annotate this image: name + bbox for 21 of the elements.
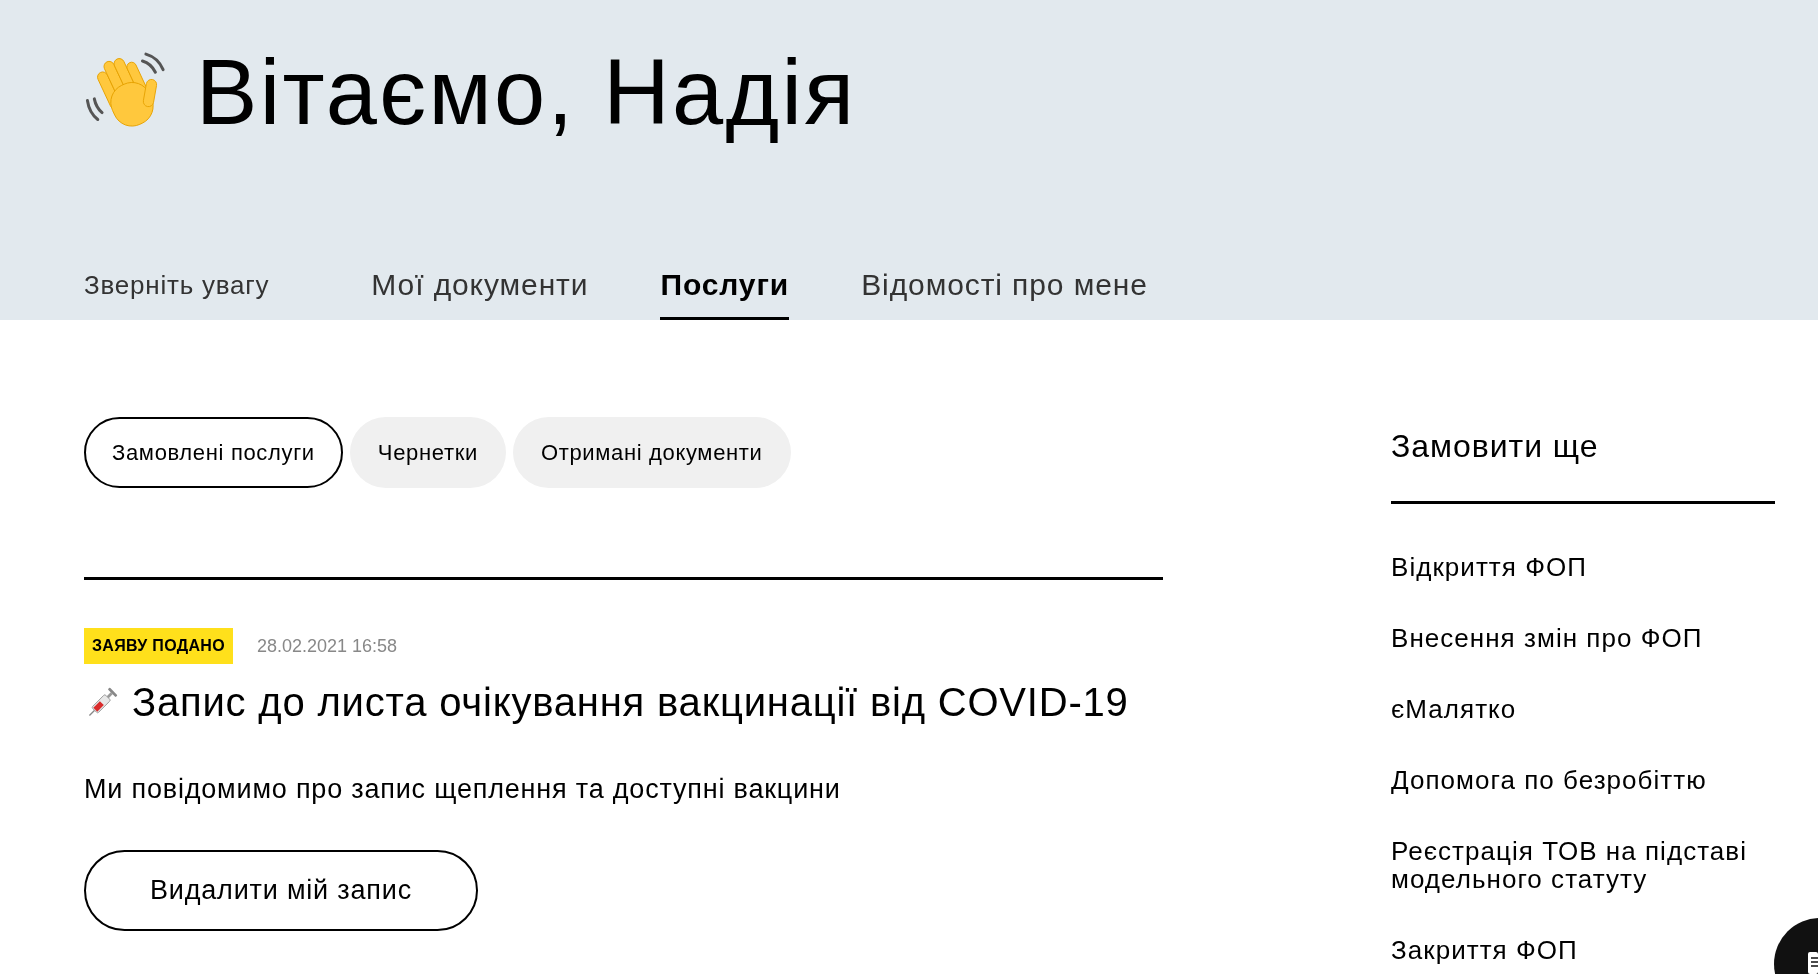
delete-button[interactable]: Видалити мій запис	[84, 850, 478, 931]
filter-chip[interactable]: Замовлені послуги	[84, 417, 343, 488]
sidebar-title: Замовити ще	[1391, 428, 1600, 464]
service-link[interactable]: Реєстрація ТОВ на підставі модельного статуту	[1391, 837, 1775, 893]
greeting-heading: Вітаємо, Надія	[196, 40, 857, 144]
service-link[interactable]: Внесення змін про ФОП	[1391, 624, 1775, 652]
nav-tab[interactable]: Послуги	[660, 266, 790, 320]
order-title: Запис до листа очікування вакцинації від COVID-19	[132, 680, 1129, 724]
service-link[interactable]: Допомога по безробіттю	[1391, 766, 1775, 794]
order-description: Ми повідомимо про запис щеплення та доступні вакцини	[84, 774, 842, 804]
service-link[interactable]: єМалятко	[1391, 695, 1775, 723]
nav-tab[interactable]: Мої документи	[371, 266, 589, 320]
nav-tab[interactable]: Відомості про мене	[861, 266, 1148, 320]
filter-chip[interactable]: Чернетки	[349, 417, 506, 488]
document-icon	[1808, 952, 1818, 974]
nav-tab[interactable]: Зверніть увагу	[84, 266, 270, 320]
status-badge: ЗАЯВУ ПОДАНО	[84, 628, 233, 664]
service-link[interactable]: Закриття ФОП	[1391, 936, 1775, 964]
order-date: 28.02.2021 16:58	[256, 634, 398, 658]
filter-chip[interactable]: Отримані документи	[512, 417, 791, 488]
service-link[interactable]: Відкриття ФОП	[1391, 553, 1775, 581]
